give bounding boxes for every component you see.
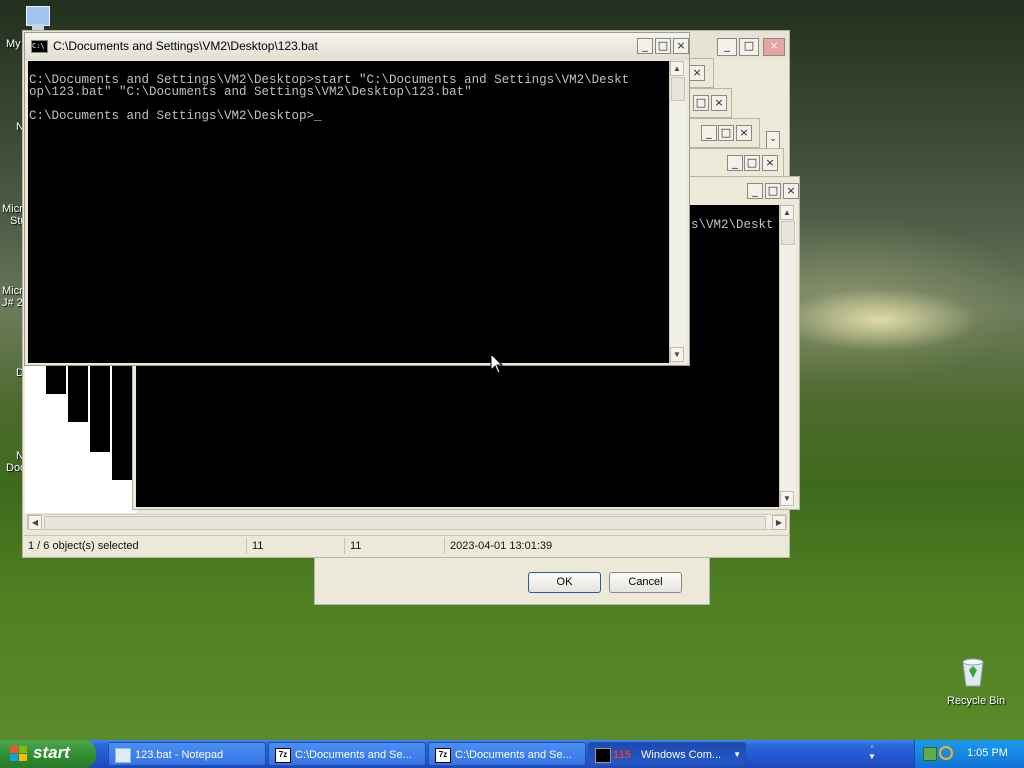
- start-button[interactable]: start: [0, 740, 96, 768]
- cmd-icon: C:\: [31, 40, 48, 53]
- windows-logo-icon: [10, 746, 27, 761]
- task-label: Windows Com...: [641, 749, 722, 761]
- minimize-icon[interactable]: _: [701, 125, 717, 141]
- 7zip-icon: 7z: [275, 748, 291, 763]
- task-label: C:\Documents and Se...: [455, 749, 572, 761]
- minimize-icon[interactable]: _: [637, 38, 653, 54]
- maximize-icon[interactable]: □: [744, 155, 760, 171]
- scroll-right-icon[interactable]: ▶: [772, 515, 786, 530]
- status-separator: [344, 538, 345, 554]
- vertical-scrollbar[interactable]: ▲ ▼: [669, 61, 686, 363]
- mouse-cursor-icon: [490, 353, 504, 374]
- status-separator: [444, 538, 445, 554]
- task-label: 123.bat - Notepad: [135, 749, 224, 761]
- scroll-thumb[interactable]: [671, 77, 685, 101]
- start-label: start: [33, 743, 70, 762]
- system-tray: 1:05 PM: [914, 740, 1024, 768]
- console-line: C:\Documents and Settings\VM2\Desktop>_: [29, 109, 322, 123]
- cmd-icon: [595, 748, 611, 763]
- scroll-up-icon[interactable]: ▲: [780, 205, 794, 220]
- status-separator: [246, 538, 247, 554]
- close-icon[interactable]: ×: [736, 125, 752, 141]
- status-bar: 1 / 6 object(s) selected 11 11 2023-04-0…: [24, 535, 788, 556]
- maximize-icon[interactable]: □: [693, 95, 709, 111]
- close-icon[interactable]: ×: [689, 65, 705, 81]
- status-packed: 11: [350, 540, 362, 552]
- chevron-down-icon[interactable]: ⌄: [766, 131, 780, 149]
- search-icon[interactable]: [939, 746, 953, 760]
- cmd-titlebar[interactable]: C:\ C:\Documents and Settings\VM2\Deskto…: [25, 33, 689, 60]
- scroll-thumb[interactable]: [44, 516, 766, 530]
- ok-button[interactable]: OK: [528, 572, 601, 593]
- maximize-icon[interactable]: □: [718, 125, 734, 141]
- taskbar-scroll-icon[interactable]: ▫ ▼: [866, 742, 878, 764]
- status-size: 11: [252, 540, 264, 552]
- taskbar-item-7zip-1[interactable]: 7z C:\Documents and Se...: [268, 742, 426, 766]
- maximize-icon[interactable]: □: [655, 38, 671, 54]
- clock: 1:05 PM: [967, 747, 1008, 759]
- desktop-icon-fragment: J# 2: [2, 297, 23, 309]
- notepad-icon: [115, 748, 131, 763]
- console-output[interactable]: C:\Documents and Settings\VM2\Desktop>st…: [28, 61, 669, 363]
- close-icon[interactable]: ×: [711, 95, 727, 111]
- window-title: C:\Documents and Settings\VM2\Desktop\12…: [53, 39, 318, 53]
- close-icon[interactable]: ×: [763, 38, 785, 56]
- taskbar-item-windows-command[interactable]: 115 Windows Com... ▼: [588, 742, 746, 766]
- 7zip-icon: 7z: [435, 748, 451, 763]
- scroll-up-icon[interactable]: ▲: [670, 61, 684, 76]
- task-label: C:\Documents and Se...: [295, 749, 412, 761]
- taskbar-item-notepad[interactable]: 123.bat - Notepad: [108, 742, 266, 766]
- close-icon[interactable]: ×: [673, 38, 689, 54]
- my-computer-label: My: [6, 38, 21, 50]
- dialog-window: OK Cancel: [314, 555, 710, 605]
- scroll-thumb[interactable]: [781, 221, 795, 245]
- close-icon[interactable]: ×: [762, 155, 778, 171]
- minimize-icon[interactable]: _: [747, 183, 763, 199]
- scroll-left-icon[interactable]: ◀: [28, 515, 42, 530]
- status-selection: 1 / 6 object(s) selected: [28, 540, 139, 552]
- minimize-icon[interactable]: _: [717, 38, 737, 56]
- maximize-icon[interactable]: □: [765, 183, 781, 199]
- console-line: s\VM2\Deskt: [691, 218, 774, 232]
- cmd-window: C:\ C:\Documents and Settings\VM2\Deskto…: [24, 32, 690, 366]
- network-icon[interactable]: [923, 747, 937, 761]
- taskbar-item-7zip-2[interactable]: 7z C:\Documents and Se...: [428, 742, 586, 766]
- recycle-bin-icon[interactable]: [958, 656, 988, 688]
- cancel-button[interactable]: Cancel: [609, 572, 682, 593]
- task-group-count: 115: [613, 749, 631, 761]
- recycle-bin-label[interactable]: Recycle Bin: [947, 695, 1005, 707]
- vertical-scrollbar[interactable]: ▲ ▼: [779, 205, 796, 507]
- scroll-down-icon[interactable]: ▼: [780, 491, 794, 506]
- console-line: op\123.bat" "C:\Documents and Settings\V…: [29, 85, 472, 99]
- maximize-icon[interactable]: □: [739, 38, 759, 56]
- horizontal-scrollbar[interactable]: ◀ ▶: [27, 514, 787, 530]
- close-icon[interactable]: ×: [783, 183, 799, 199]
- status-modified: 2023-04-01 13:01:39: [450, 540, 553, 552]
- chevron-down-icon: ▼: [733, 750, 741, 759]
- scroll-down-icon[interactable]: ▼: [670, 347, 684, 362]
- minimize-icon[interactable]: _: [727, 155, 743, 171]
